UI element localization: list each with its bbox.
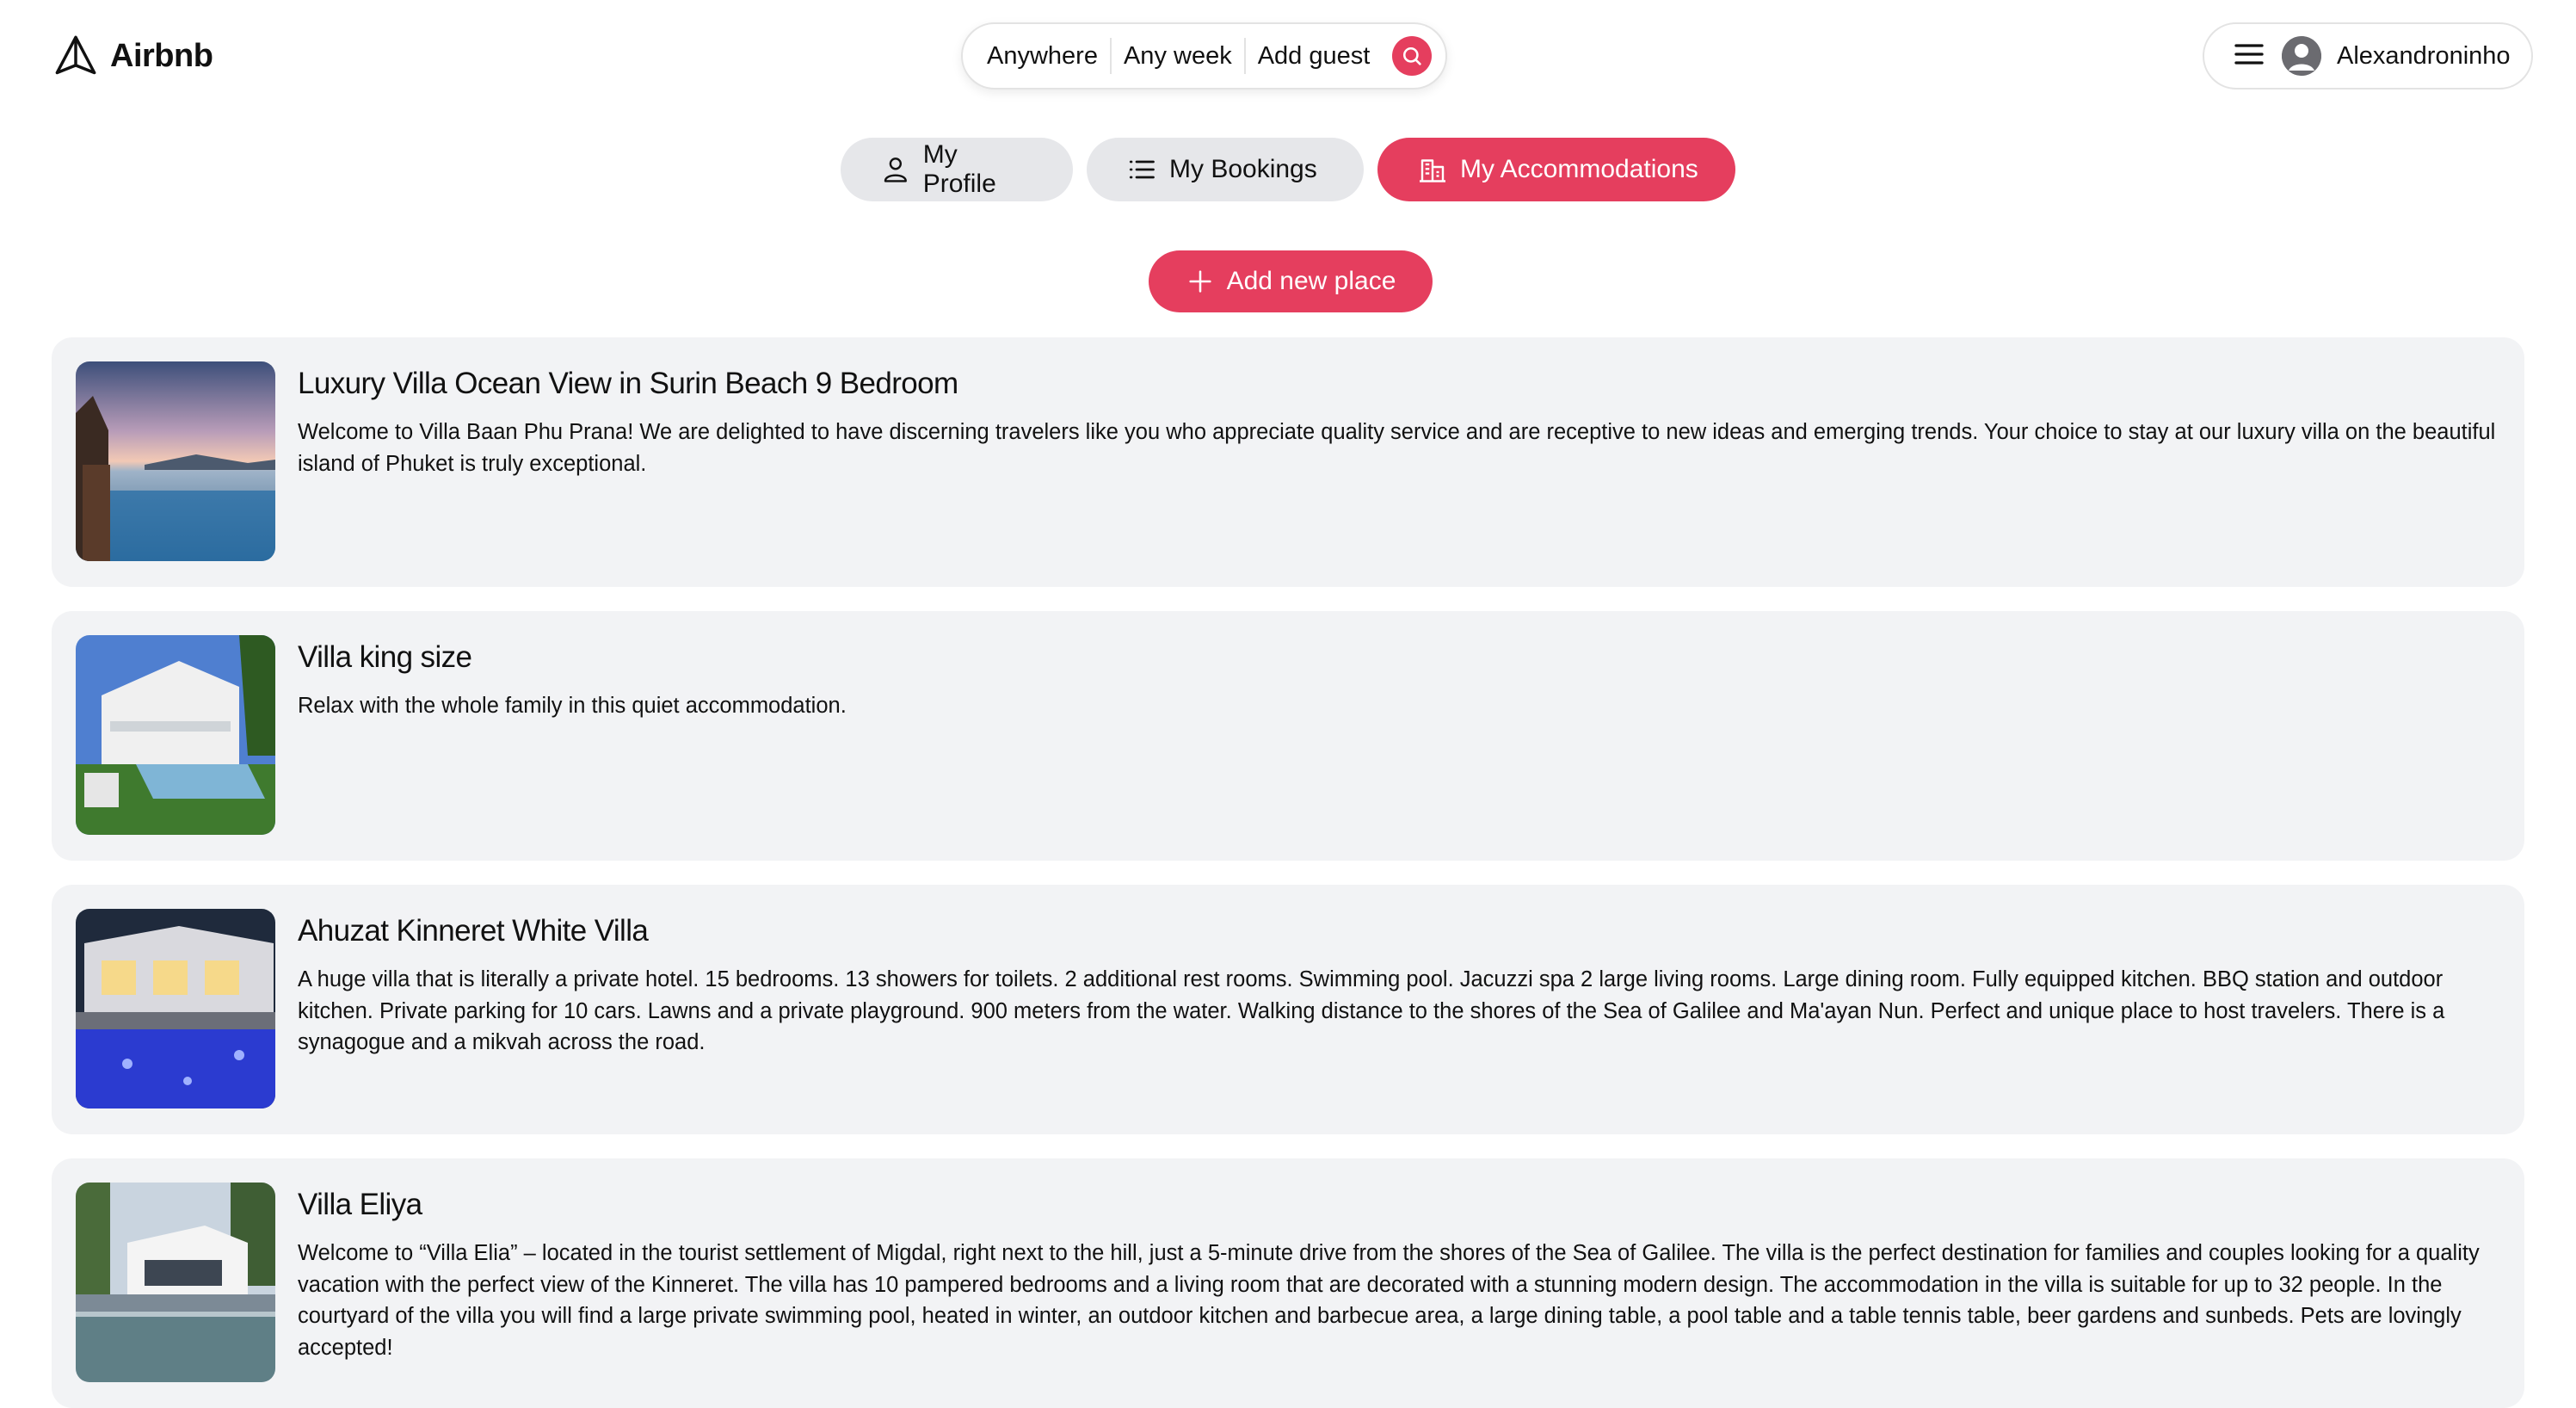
search-icon bbox=[1403, 46, 1421, 65]
accommodation-photo bbox=[76, 361, 275, 561]
paper-plane-logo-icon bbox=[55, 35, 96, 75]
accommodation-description: Welcome to “Villa Elia” – located in the… bbox=[298, 1241, 2480, 1360]
user-menu[interactable]: Alexandroninho bbox=[2203, 22, 2533, 90]
accommodation-description: Welcome to Villa Baan Phu Prana! We are … bbox=[298, 420, 2496, 476]
tab-my-accommodations[interactable]: My Accommodations bbox=[1377, 138, 1735, 201]
username: Alexandroninho bbox=[2337, 41, 2511, 70]
accommodation-title: Luxury Villa Ocean View in Surin Beach 9… bbox=[298, 367, 958, 400]
tab-my-bookings[interactable]: My Bookings bbox=[1087, 138, 1364, 201]
search-when[interactable]: Any week bbox=[1112, 37, 1244, 75]
search-where[interactable]: Anywhere bbox=[987, 37, 1110, 75]
search-button[interactable] bbox=[1392, 36, 1433, 76]
hamburger-menu-icon[interactable] bbox=[2232, 40, 2266, 72]
list-icon bbox=[1129, 160, 1155, 179]
building-icon bbox=[1420, 159, 1445, 182]
tab-label: My Profile bbox=[922, 140, 996, 198]
accommodation-title: Villa king size bbox=[298, 640, 472, 674]
plus-icon bbox=[1188, 270, 1211, 293]
tab-my-profile[interactable]: My Profile bbox=[841, 138, 1073, 201]
accommodation-card[interactable]: Villa king size Relax with the whole fam… bbox=[52, 611, 2524, 861]
airbnb-logo[interactable]: Airbnb bbox=[53, 33, 213, 79]
accommodation-description: Relax with the whole family in this quie… bbox=[298, 694, 847, 718]
accommodation-card[interactable]: Ahuzat Kinneret White Villa A huge villa… bbox=[52, 885, 2524, 1134]
accommodation-card[interactable]: Villa Eliya Welcome to “Villa Elia” – lo… bbox=[52, 1158, 2524, 1408]
accommodation-photo bbox=[76, 909, 275, 1108]
tab-label: My Bookings bbox=[1169, 155, 1317, 183]
brand-name: Airbnb bbox=[110, 37, 213, 74]
accommodation-card[interactable]: Luxury Villa Ocean View in Surin Beach 9… bbox=[52, 337, 2524, 587]
account-tabs: My Profile My Bookings My Accommodations bbox=[0, 138, 2576, 201]
top-header: Airbnb Anywhere Any week Add guest Alexa… bbox=[0, 0, 2576, 112]
tab-label: My Accommodations bbox=[1460, 155, 1698, 183]
search-bar[interactable]: Anywhere Any week Add guest bbox=[961, 22, 1447, 90]
add-new-place-label: Add new place bbox=[1226, 267, 1396, 295]
add-new-place-button[interactable]: Add new place bbox=[1149, 250, 1433, 312]
accommodation-description: A huge villa that is literally a private… bbox=[298, 967, 2445, 1054]
search-guests[interactable]: Add guest bbox=[1246, 37, 1383, 75]
person-icon bbox=[884, 157, 907, 182]
accommodation-photo bbox=[76, 635, 275, 835]
accommodation-title: Villa Eliya bbox=[298, 1188, 422, 1221]
accommodation-title: Ahuzat Kinneret White Villa bbox=[298, 914, 649, 948]
accommodation-photo bbox=[76, 1183, 275, 1382]
user-avatar-icon bbox=[2282, 36, 2321, 76]
